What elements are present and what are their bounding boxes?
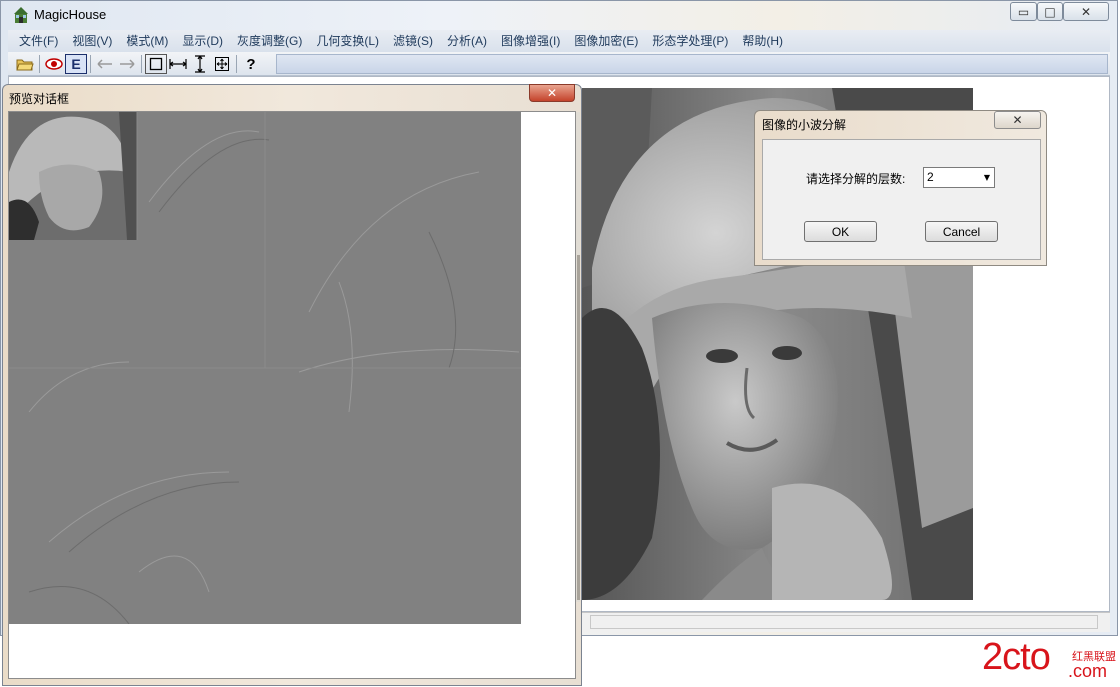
menu-enhance[interactable]: 图像增强(I) (494, 30, 567, 52)
close-icon: ✕ (1080, 4, 1092, 19)
ok-button[interactable]: OK (804, 221, 877, 242)
minimize-button[interactable]: ▭ (1010, 2, 1037, 21)
title-bar[interactable] (0, 0, 1118, 30)
menu-view[interactable]: 视图(V) (65, 30, 119, 52)
fit-icon (215, 57, 229, 71)
menu-analysis[interactable]: 分析(A) (440, 30, 494, 52)
toolbar-buttons: E ? (14, 53, 274, 75)
minimize-icon: ▭ (1017, 4, 1030, 19)
arrow-left-icon (97, 59, 112, 69)
chevron-down-icon[interactable]: ▼ (980, 168, 994, 187)
menu-bar: 文件(F) 视图(V) 模式(M) 显示(D) 灰度调整(G) 几何变换(L) … (8, 30, 1110, 52)
select-button[interactable] (145, 54, 167, 74)
toolbar-separator (39, 55, 40, 73)
back-button[interactable] (94, 54, 116, 74)
help-button[interactable]: ? (240, 54, 262, 74)
menu-display[interactable]: 显示(D) (175, 30, 230, 52)
help-icon: ? (246, 55, 256, 73)
measure-vertical-button[interactable] (189, 54, 211, 74)
close-icon: ✕ (1012, 113, 1023, 127)
watermark-suffix: .com (1068, 661, 1108, 681)
menu-grayscale[interactable]: 灰度调整(G) (230, 30, 309, 52)
app-icon (12, 6, 30, 24)
menu-mode[interactable]: 模式(M) (119, 30, 175, 52)
watermark-logo: 2cto 红黑联盟 .com (982, 636, 1116, 684)
view-button[interactable] (43, 54, 65, 74)
measure-horizontal-icon (169, 59, 187, 69)
menu-file[interactable]: 文件(F) (12, 30, 65, 52)
maximize-button[interactable]: □ (1037, 2, 1063, 21)
wavelet-dialog-body (762, 139, 1041, 260)
e-icon: E (71, 56, 81, 72)
maximize-icon: □ (1044, 4, 1056, 19)
menu-morphology[interactable]: 形态学处理(P) (645, 30, 735, 52)
toolbar-empty-band (276, 54, 1108, 74)
watermark-brand: 2cto (982, 636, 1051, 678)
arrow-right-icon (120, 59, 135, 69)
forward-button[interactable] (116, 54, 138, 74)
toolbar-separator (236, 55, 237, 73)
cancel-button[interactable]: Cancel (925, 221, 998, 242)
window-title: MagicHouse (34, 7, 107, 22)
close-button[interactable]: ✕ (1063, 2, 1109, 21)
open-button[interactable] (14, 54, 36, 74)
measure-vertical-icon (195, 55, 205, 73)
wavelet-close-button[interactable]: ✕ (994, 111, 1041, 129)
wavelet-decomposition-image (9, 112, 521, 624)
eye-icon (45, 58, 63, 70)
preview-close-button[interactable]: ✕ (529, 84, 575, 102)
preview-dialog-title: 预览对话框 (9, 92, 70, 106)
preview-scrollbar-thumb[interactable] (577, 255, 580, 600)
status-pane (590, 615, 1098, 629)
menu-help[interactable]: 帮助(H) (735, 30, 790, 52)
menu-filter[interactable]: 滤镜(S) (386, 30, 440, 52)
toolbar-separator (90, 55, 91, 73)
select-rect-icon (149, 57, 163, 71)
fit-button[interactable] (211, 54, 233, 74)
open-folder-icon (16, 59, 34, 71)
toolbar-separator (141, 55, 142, 73)
close-icon: ✕ (546, 86, 558, 100)
menu-encrypt[interactable]: 图像加密(E) (567, 30, 645, 52)
wavelet-dialog-title: 图像的小波分解 (762, 118, 847, 132)
menu-geometry[interactable]: 几何变换(L) (309, 30, 386, 52)
e-button[interactable]: E (65, 54, 87, 74)
measure-horizontal-button[interactable] (167, 54, 189, 74)
level-label: 请选择分解的层数: (806, 172, 906, 186)
